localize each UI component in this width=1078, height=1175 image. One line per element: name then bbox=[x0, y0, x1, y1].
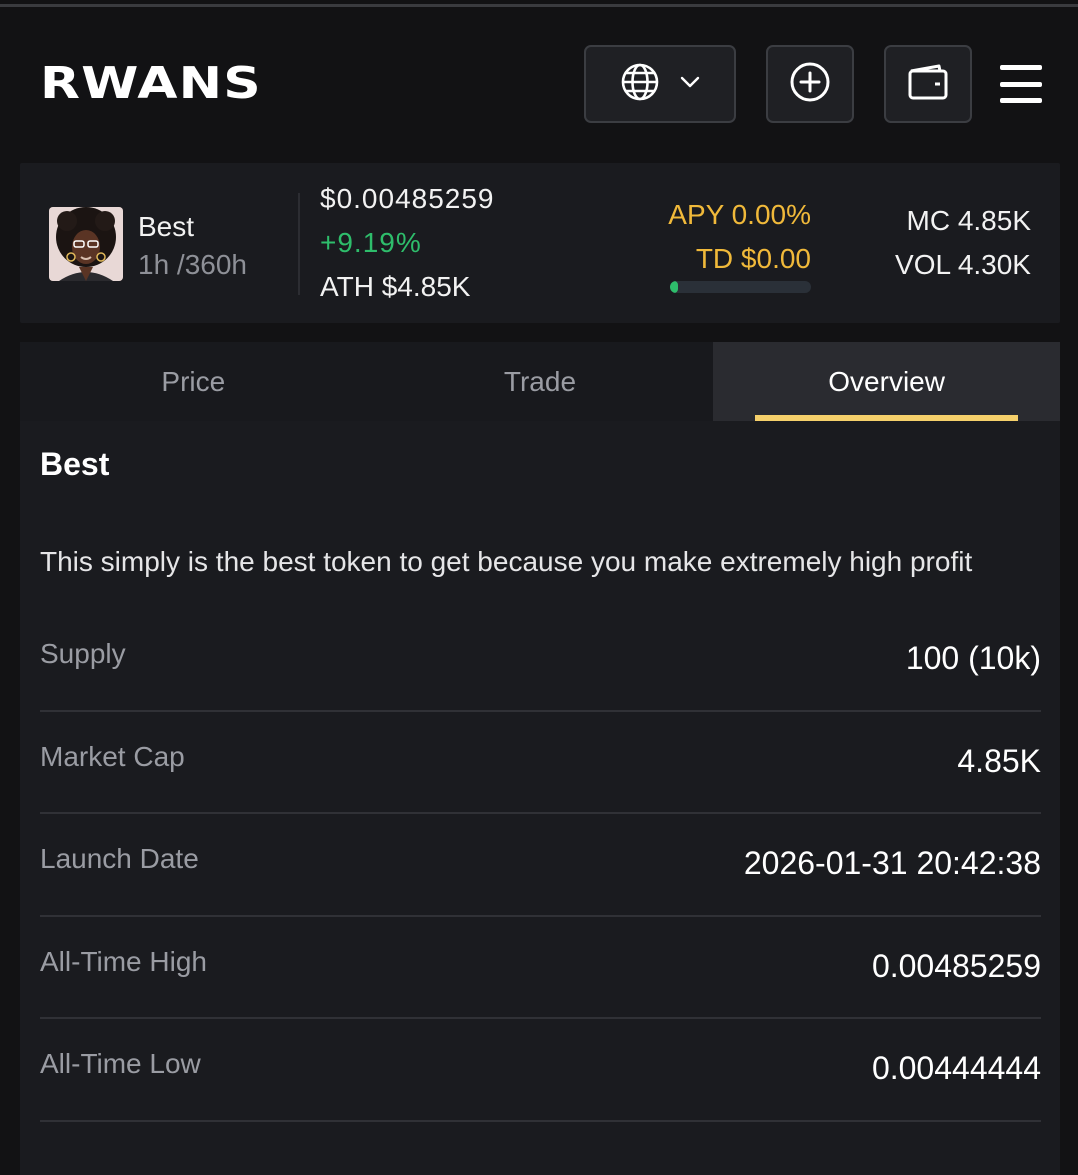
wallet-icon bbox=[907, 63, 949, 106]
progress-bar-fill bbox=[670, 281, 679, 293]
add-token-button[interactable] bbox=[766, 45, 854, 123]
plus-circle-icon bbox=[789, 61, 831, 108]
market-cap-summary: MC 4.85K bbox=[906, 205, 1032, 236]
token-duration: 1h /360h bbox=[138, 249, 247, 280]
stat-value: 100 (10k) bbox=[905, 640, 1041, 676]
stat-label: Supply bbox=[40, 638, 126, 669]
stat-row-launch-date: Launch Date 2026-01-31 20:42:38 bbox=[40, 814, 1041, 917]
stat-value: 0.00485259 bbox=[871, 947, 1041, 984]
stat-label: Market Cap bbox=[40, 740, 185, 772]
stat-row-supply: Supply 100 (10k) bbox=[40, 609, 1041, 712]
all-time-high-summary: ATH $4.85K bbox=[320, 271, 471, 302]
apy-value: APY 0.00% bbox=[668, 199, 811, 230]
tab-label: Trade bbox=[503, 365, 577, 397]
tab-label: Price bbox=[161, 365, 226, 397]
token-avatar bbox=[49, 207, 123, 281]
tab-label: Overview bbox=[828, 365, 945, 397]
app-header: RWANS bbox=[0, 7, 1078, 157]
volume-summary: VOL 4.30K bbox=[895, 249, 1031, 280]
card-divider bbox=[298, 193, 300, 295]
globe-icon bbox=[620, 62, 660, 107]
stat-value: 2026-01-31 20:42:38 bbox=[743, 845, 1041, 881]
token-summary-card: Best 1h /360h $0.00485259 +9.19% ATH $4.… bbox=[20, 163, 1060, 323]
tab-overview[interactable]: Overview bbox=[713, 342, 1060, 421]
stat-row-all-time-low: All-Time Low 0.00444444 bbox=[40, 1019, 1041, 1122]
stat-row-market-cap: Market Cap 4.85K bbox=[40, 712, 1041, 814]
progress-bar bbox=[670, 281, 811, 293]
overview-title: Best bbox=[40, 446, 110, 482]
stat-value: 4.85K bbox=[957, 742, 1041, 779]
tab-bar: Price Trade Overview bbox=[20, 342, 1060, 421]
brand-logo[interactable]: RWANS bbox=[40, 62, 262, 106]
stat-label: Launch Date bbox=[40, 843, 199, 874]
price-change: +9.19% bbox=[320, 227, 422, 258]
stat-label: All-Time Low bbox=[40, 1048, 201, 1079]
td-value: TD $0.00 bbox=[695, 243, 811, 274]
stat-value: 0.00444444 bbox=[871, 1050, 1041, 1086]
overview-description: This simply is the best token to get bec… bbox=[40, 546, 973, 577]
token-detail-panel: Price Trade Overview Best This simply is… bbox=[20, 342, 1060, 1175]
stat-row-all-time-high: All-Time High 0.00485259 bbox=[40, 917, 1041, 1019]
wallet-button[interactable] bbox=[884, 45, 972, 123]
tab-price[interactable]: Price bbox=[20, 342, 367, 421]
chevron-down-icon bbox=[680, 75, 700, 93]
token-name: Best bbox=[138, 211, 195, 242]
language-selector-button[interactable] bbox=[584, 45, 736, 123]
overview-stats: Supply 100 (10k) Market Cap 4.85K Launch… bbox=[40, 609, 1041, 1122]
stat-label: All-Time High bbox=[40, 945, 207, 977]
tab-trade[interactable]: Trade bbox=[367, 342, 714, 421]
hamburger-menu-icon[interactable] bbox=[1000, 65, 1042, 103]
active-tab-indicator bbox=[755, 415, 1018, 421]
token-price: $0.00485259 bbox=[320, 183, 495, 214]
